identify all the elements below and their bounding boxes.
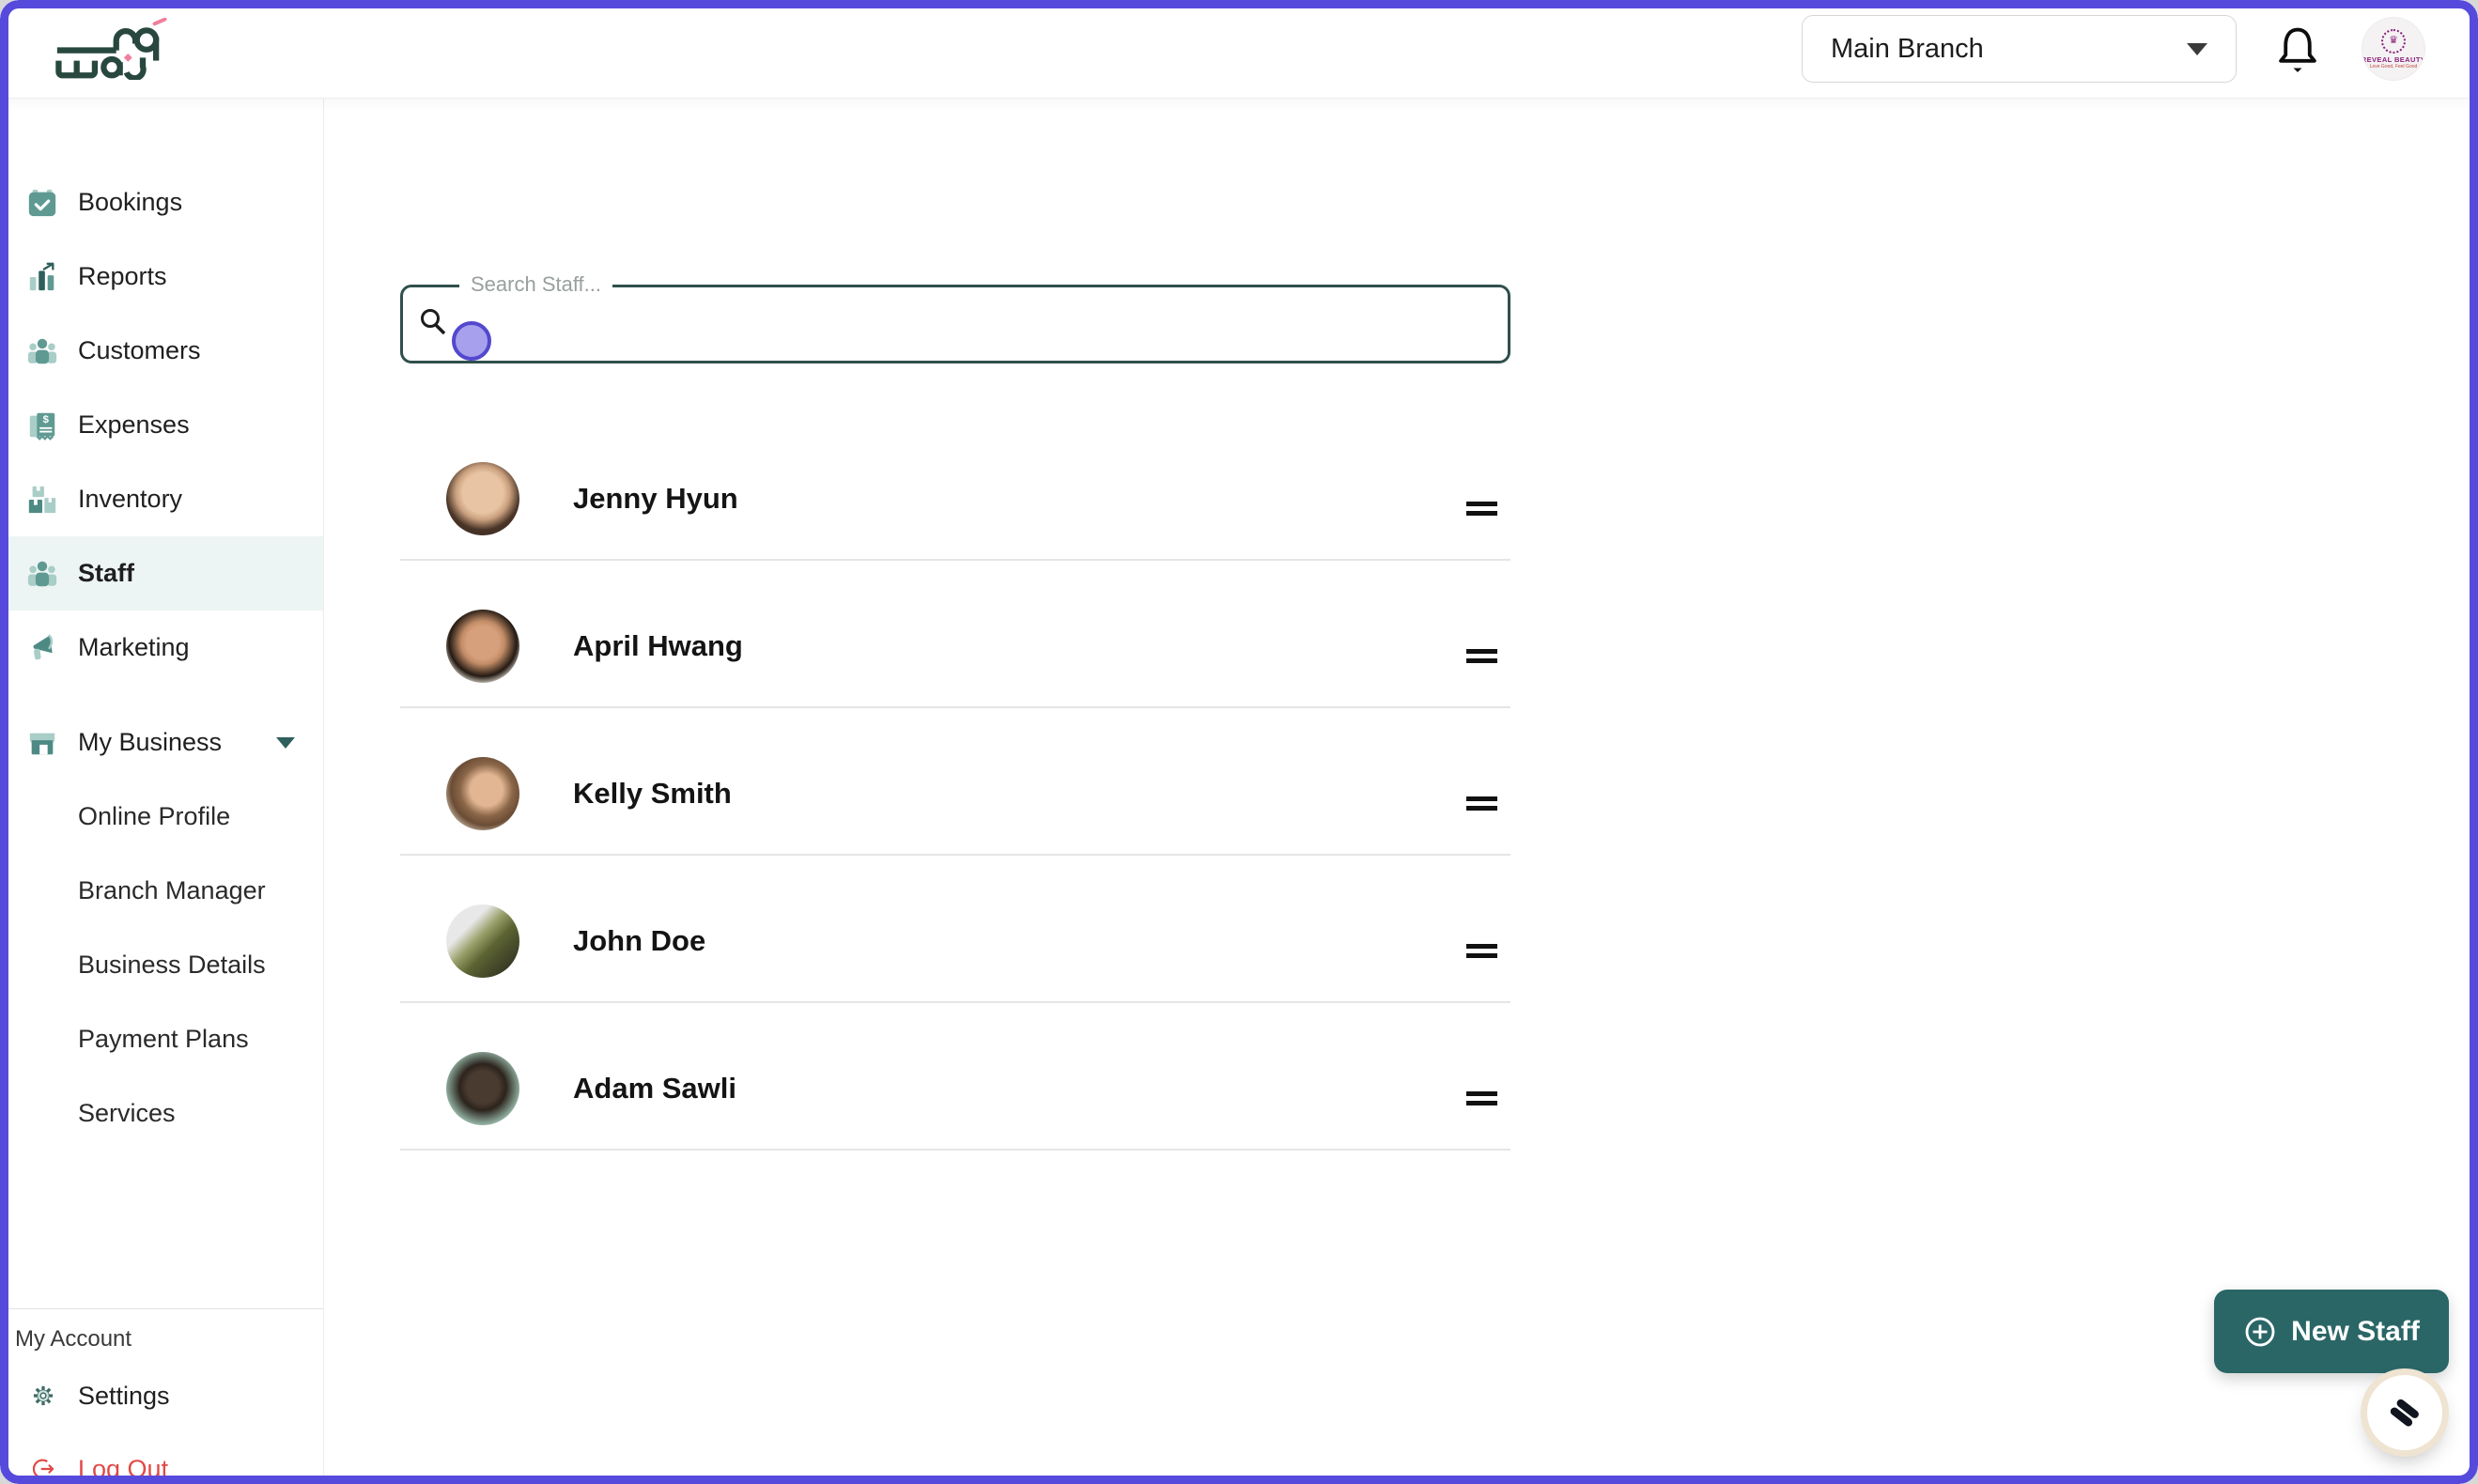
gear-icon (31, 1384, 55, 1408)
staff-avatar (446, 610, 519, 683)
notifications-button[interactable] (2276, 24, 2319, 73)
account-heading: My Account (15, 1326, 323, 1353)
marketing-icon (26, 632, 58, 664)
staff-name: John Doe (573, 924, 705, 958)
content-shell: Bookings Reports (0, 98, 2478, 1484)
expenses-icon: $ (26, 410, 58, 441)
new-staff-button[interactable]: New Staff (2214, 1290, 2449, 1373)
bookings-icon (26, 187, 58, 219)
click-indicator (452, 321, 491, 361)
staff-name: Kelly Smith (573, 777, 732, 811)
new-staff-label: New Staff (2291, 1316, 2420, 1348)
sidebar-item-marketing[interactable]: Marketing (0, 611, 323, 685)
inventory-icon (26, 484, 58, 516)
bell-icon (2276, 24, 2319, 73)
drag-handle-icon[interactable] (1466, 1091, 1497, 1105)
sidebar-item-label: Inventory (78, 485, 182, 514)
account-divider (0, 1308, 323, 1309)
chevron-down-icon (2187, 43, 2207, 55)
staff-name: Adam Sawli (573, 1072, 736, 1105)
customers-icon (26, 335, 58, 367)
sidebar-item-staff[interactable]: Staff (0, 536, 323, 611)
sidebar-item-label: Expenses (78, 410, 190, 440)
sidebar-item-inventory[interactable]: Inventory (0, 462, 323, 536)
sidebar-subitem-branch-manager[interactable]: Branch Manager (0, 854, 323, 928)
sidebar-item-expenses[interactable]: $ Expenses (0, 388, 323, 462)
avatar-brand-text: REVEAL BEAUTY (2362, 55, 2424, 64)
sidebar-item-label: Customers (78, 336, 201, 365)
topbar: Main Branch ♛ REVEAL BEAUTY Love Good, F… (0, 0, 2478, 98)
sidebar-subitem-online-profile[interactable]: Online Profile (0, 780, 323, 854)
staff-icon (26, 558, 58, 590)
sidebar-subitem-label: Online Profile (78, 802, 230, 831)
sidebar-item-logout[interactable]: Log Out (0, 1448, 323, 1484)
sidebar-item-label: Marketing (78, 633, 190, 662)
sidebar-subitem-payment-plans[interactable]: Payment Plans (0, 1002, 323, 1076)
search-icon (416, 305, 450, 339)
staff-row[interactable]: Jenny Hyun (400, 413, 1510, 561)
avatar-ornament: ♛ (2381, 29, 2406, 54)
sidebar-item-my-business[interactable]: My Business (0, 705, 323, 780)
account-avatar[interactable]: ♛ REVEAL BEAUTY Love Good, Feel Good (2362, 18, 2424, 80)
sidebar-item-label: Staff (78, 559, 134, 588)
sidebar-item-label: Bookings (78, 188, 182, 217)
app-window: Main Branch ♛ REVEAL BEAUTY Love Good, F… (0, 0, 2478, 1484)
sidebar-item-bookings[interactable]: Bookings (0, 165, 323, 240)
account-section: My Account Settings (0, 1308, 323, 1484)
main-content: Staff Management Search Staff... Jenny H… (324, 98, 2478, 1484)
waj-logo[interactable] (53, 18, 171, 80)
branch-selector[interactable]: Main Branch (1802, 15, 2237, 83)
staff-row[interactable]: Adam Sawli (400, 1003, 1510, 1151)
staff-avatar (446, 1052, 519, 1125)
staff-search-input[interactable] (459, 287, 1498, 361)
svg-text:$: $ (43, 414, 50, 425)
sidebar-item-settings[interactable]: Settings (0, 1375, 323, 1416)
sidebar-subitem-services[interactable]: Services (0, 1076, 323, 1151)
staff-name: April Hwang (573, 629, 743, 663)
storefront-icon (26, 727, 58, 759)
drag-handle-icon[interactable] (1466, 502, 1497, 516)
feedback-widget-button[interactable] (2367, 1375, 2442, 1450)
chevron-down-icon (276, 737, 295, 749)
drag-handle-icon[interactable] (1466, 944, 1497, 958)
feedback-widget-icon (2385, 1393, 2424, 1432)
sidebar-item-label: Reports (78, 262, 167, 291)
sidebar-subitem-label: Business Details (78, 951, 266, 980)
staff-row[interactable]: April Hwang (400, 561, 1510, 708)
staff-avatar (446, 462, 519, 535)
plus-circle-icon (2243, 1315, 2277, 1349)
drag-handle-icon[interactable] (1466, 796, 1497, 811)
sidebar-item-customers[interactable]: Customers (0, 314, 323, 388)
sidebar-subitem-business-details[interactable]: Business Details (0, 928, 323, 1002)
sidebar-subitem-label: Branch Manager (78, 876, 266, 905)
branch-selector-value: Main Branch (1831, 34, 1984, 65)
staff-row[interactable]: Kelly Smith (400, 708, 1510, 856)
logout-label: Log Out (78, 1455, 168, 1484)
logout-icon (31, 1457, 55, 1481)
sidebar-subitem-label: Payment Plans (78, 1025, 249, 1054)
staff-row[interactable]: John Doe (400, 856, 1510, 1003)
sidebar: Bookings Reports (0, 98, 324, 1484)
staff-list: Jenny Hyun April Hwang Kelly Smith John … (400, 413, 1510, 1151)
sidebar-subitem-label: Services (78, 1099, 176, 1128)
reports-icon (26, 261, 58, 293)
staff-avatar (446, 757, 519, 830)
sidebar-item-reports[interactable]: Reports (0, 240, 323, 314)
staff-search-field: Search Staff... (400, 285, 1510, 363)
drag-handle-icon[interactable] (1466, 649, 1497, 663)
avatar-brand-tagline: Love Good, Feel Good (2370, 64, 2418, 70)
sidebar-item-label: My Business (78, 728, 222, 757)
staff-avatar (446, 904, 519, 978)
settings-label: Settings (78, 1382, 170, 1411)
staff-name: Jenny Hyun (573, 482, 738, 516)
